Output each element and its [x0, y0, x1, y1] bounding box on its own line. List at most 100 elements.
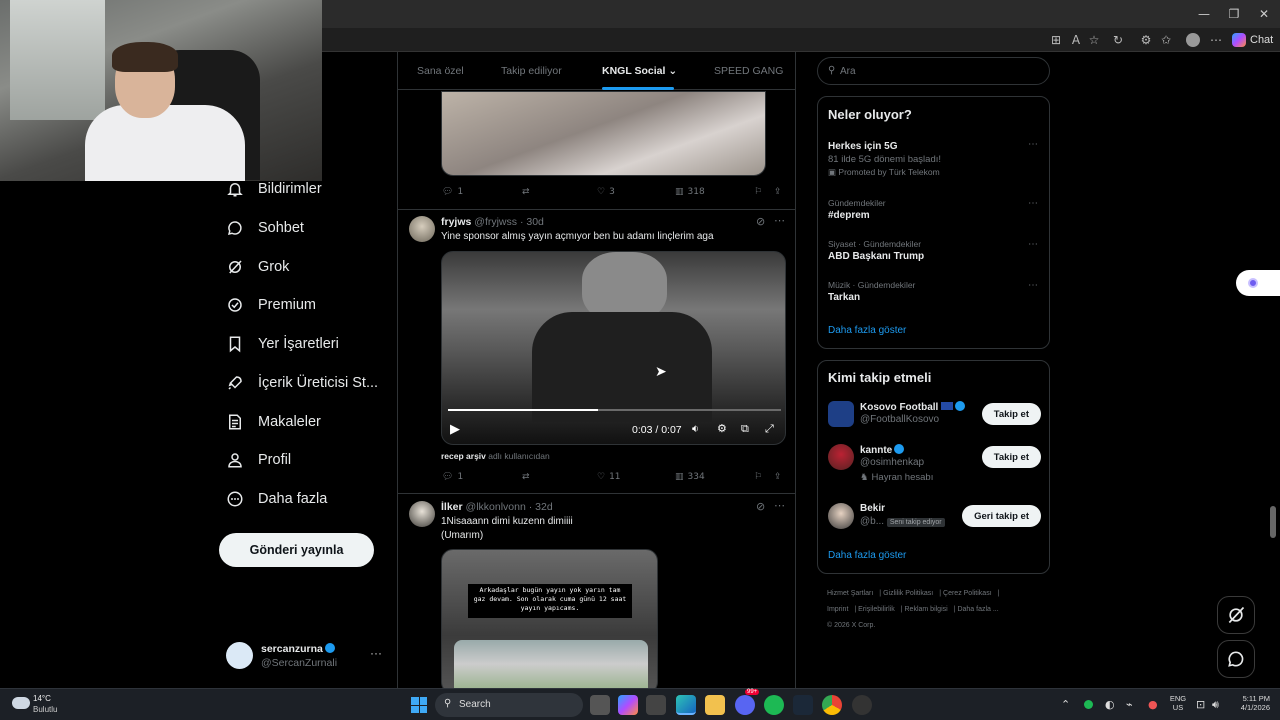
- retweet-button[interactable]: ⇄: [522, 187, 530, 197]
- video-progress-track[interactable]: [448, 409, 781, 411]
- chrome-icon[interactable]: [822, 695, 842, 715]
- tray-overflow-icon[interactable]: ⌃: [1061, 698, 1070, 711]
- account-menu-icon[interactable]: ···: [370, 646, 382, 660]
- post-author[interactable]: İlker @lkkonlvonn · 32d: [441, 501, 553, 513]
- favorite-star-icon[interactable]: ☆: [1086, 32, 1102, 48]
- tray-app-icon[interactable]: ⌁: [1126, 698, 1133, 711]
- trend-menu-icon[interactable]: ⋯: [1028, 198, 1038, 209]
- task-view-icon[interactable]: [590, 695, 610, 715]
- weather-temp[interactable]: 14°C: [33, 694, 51, 703]
- trend-item[interactable]: Gündemdekiler #deprem ⋯: [828, 198, 1038, 221]
- windows-start-icon[interactable]: [411, 697, 427, 713]
- store-icon[interactable]: [646, 695, 666, 715]
- weather-cloud-icon[interactable]: [12, 697, 30, 709]
- retweet-button[interactable]: ⇄: [522, 472, 530, 482]
- grok-fab-button[interactable]: [1217, 596, 1255, 634]
- trend-item[interactable]: Müzik · Gündemdekiler Tarkan ⋯: [828, 280, 1038, 303]
- post-image[interactable]: [441, 91, 766, 176]
- footer-link[interactable]: Imprint: [827, 606, 848, 613]
- scrollbar-thumb[interactable]: [1270, 506, 1276, 538]
- follow-suggestion[interactable]: Bekir @b... Seni takip ediyor Geri takip…: [828, 503, 1041, 543]
- follow-button[interactable]: Takip et: [981, 403, 1041, 425]
- follow-button[interactable]: Takip et: [981, 446, 1041, 468]
- nav-item-chat[interactable]: Sohbet: [226, 215, 304, 241]
- follow-suggestion[interactable]: kannte @osimhenkap ♞ Hayran hesabı Takip…: [828, 444, 1041, 484]
- favorites-icon[interactable]: ✩: [1158, 32, 1174, 48]
- footer-link[interactable]: Reklam bilgisi: [905, 606, 948, 613]
- video-player[interactable]: ➤ ▶ 0:03 / 0:07 🔉︎ ⚙ ⧉ ⤢: [441, 251, 786, 445]
- restore-icon[interactable]: ❐: [1226, 6, 1242, 22]
- tab-for-you[interactable]: Sana özel: [417, 65, 464, 77]
- nav-item-profile[interactable]: Profil: [226, 447, 291, 473]
- account-switcher[interactable]: sercanzurna @SercanZurnali ···: [226, 640, 386, 674]
- copilot-chat-button[interactable]: Chat: [1232, 30, 1273, 50]
- tab-speed-gang[interactable]: SPEED GANG: [714, 65, 783, 77]
- trends-show-more-link[interactable]: Daha fazla göster: [828, 325, 906, 336]
- footer-link[interactable]: Çerez Politikası: [943, 590, 992, 597]
- messages-fab-button[interactable]: [1217, 640, 1255, 678]
- footer-link[interactable]: Gizlilik Politikası: [883, 590, 933, 597]
- nav-item-bookmarks[interactable]: Yer İşaretleri: [226, 331, 339, 357]
- post-image[interactable]: Arkadaşlar bugün yayın yok yarın tam gaz…: [441, 549, 658, 688]
- media-attribution[interactable]: recep arşiv adlı kullanıcıdan: [441, 449, 550, 463]
- minimize-icon[interactable]: —: [1196, 6, 1212, 22]
- nav-item-more[interactable]: Daha fazla: [226, 486, 327, 512]
- microphone-icon[interactable]: ●: [1148, 698, 1158, 711]
- footer-link[interactable]: Hizmet Şartları: [827, 590, 873, 597]
- tab-following[interactable]: Takip ediliyor: [501, 65, 562, 77]
- edge-browser-icon[interactable]: [676, 695, 696, 715]
- volume-icon[interactable]: 🔊︎: [1212, 698, 1219, 712]
- language-indicator[interactable]: ENG US: [1168, 694, 1188, 712]
- views-button[interactable]: ▥ 334: [675, 472, 705, 482]
- spotify-icon[interactable]: [764, 695, 784, 715]
- steam-icon[interactable]: [793, 695, 813, 715]
- trend-item[interactable]: Siyaset · Gündemdekiler ABD Başkanı Trum…: [828, 239, 1038, 262]
- trend-menu-icon[interactable]: ⋯: [1028, 280, 1038, 291]
- volume-icon[interactable]: 🔉︎: [692, 422, 699, 436]
- picture-in-picture-icon[interactable]: ⧉: [741, 422, 749, 436]
- follow-suggestion[interactable]: Kosovo Football @FootballKosovo Takip et: [828, 401, 1041, 441]
- bookmark-icon[interactable]: ⚐: [754, 187, 762, 197]
- reply-button[interactable]: 💬︎ 1: [442, 187, 463, 197]
- fullscreen-icon[interactable]: ⤢: [765, 422, 774, 436]
- play-icon[interactable]: ▶: [450, 422, 460, 437]
- post-author[interactable]: fryjws @fryjwss · 30d: [441, 216, 544, 228]
- trend-menu-icon[interactable]: ⋯: [1028, 139, 1038, 150]
- clock[interactable]: 5:11 PM 4/1/2026: [1230, 694, 1270, 712]
- settings-gear-icon[interactable]: ⚙: [717, 422, 727, 435]
- refresh-icon[interactable]: ↻: [1110, 32, 1126, 48]
- file-explorer-icon[interactable]: [705, 695, 725, 715]
- like-button[interactable]: ♡ 3: [597, 187, 615, 197]
- tab-kngl-social[interactable]: KNGL Social ⌄: [602, 65, 677, 77]
- follow-back-button[interactable]: Geri takip et: [962, 505, 1041, 527]
- profile-avatar-icon[interactable]: [1186, 33, 1200, 47]
- share-icon[interactable]: ⇪: [774, 472, 782, 482]
- nav-item-articles[interactable]: Makaleler: [226, 409, 321, 435]
- copilot-app-icon[interactable]: [618, 695, 638, 715]
- bookmark-icon[interactable]: ⚐: [754, 472, 762, 482]
- like-button[interactable]: ♡ 11: [597, 472, 621, 482]
- avatar[interactable]: [409, 216, 435, 242]
- nav-item-premium[interactable]: Premium: [226, 292, 316, 318]
- nav-item-creator-studio[interactable]: İçerik Üreticisi St...: [226, 370, 378, 396]
- discord-icon[interactable]: 99+: [735, 689, 760, 715]
- close-icon[interactable]: ✕: [1256, 6, 1272, 22]
- grok-icon[interactable]: ⊘: [756, 215, 765, 228]
- reply-button[interactable]: 💬︎ 1: [442, 472, 463, 482]
- footer-link[interactable]: Erişilebilirlik: [858, 606, 895, 613]
- search-input[interactable]: ⚲ Ara: [817, 57, 1050, 85]
- tray-status-icon[interactable]: [1084, 700, 1093, 709]
- nav-item-grok[interactable]: Grok: [226, 254, 289, 280]
- tray-app-icon[interactable]: ◐: [1105, 698, 1115, 711]
- avatar[interactable]: [409, 501, 435, 527]
- trend-item[interactable]: Herkes için 5G 81 ilde 5G dönemi başladı…: [828, 139, 1038, 178]
- grok-icon[interactable]: ⊘: [756, 500, 765, 513]
- footer-link[interactable]: Daha fazla ...: [957, 606, 998, 613]
- grid-icon[interactable]: ⊞: [1048, 32, 1064, 48]
- who-to-follow-show-more-link[interactable]: Daha fazla göster: [828, 550, 906, 561]
- post-menu-icon[interactable]: ⋯: [774, 214, 785, 227]
- app-icon[interactable]: [852, 695, 872, 715]
- share-icon[interactable]: ⇪: [774, 187, 782, 197]
- browser-menu-icon[interactable]: ⋯: [1208, 32, 1224, 48]
- network-icon[interactable]: ⊡: [1196, 698, 1205, 711]
